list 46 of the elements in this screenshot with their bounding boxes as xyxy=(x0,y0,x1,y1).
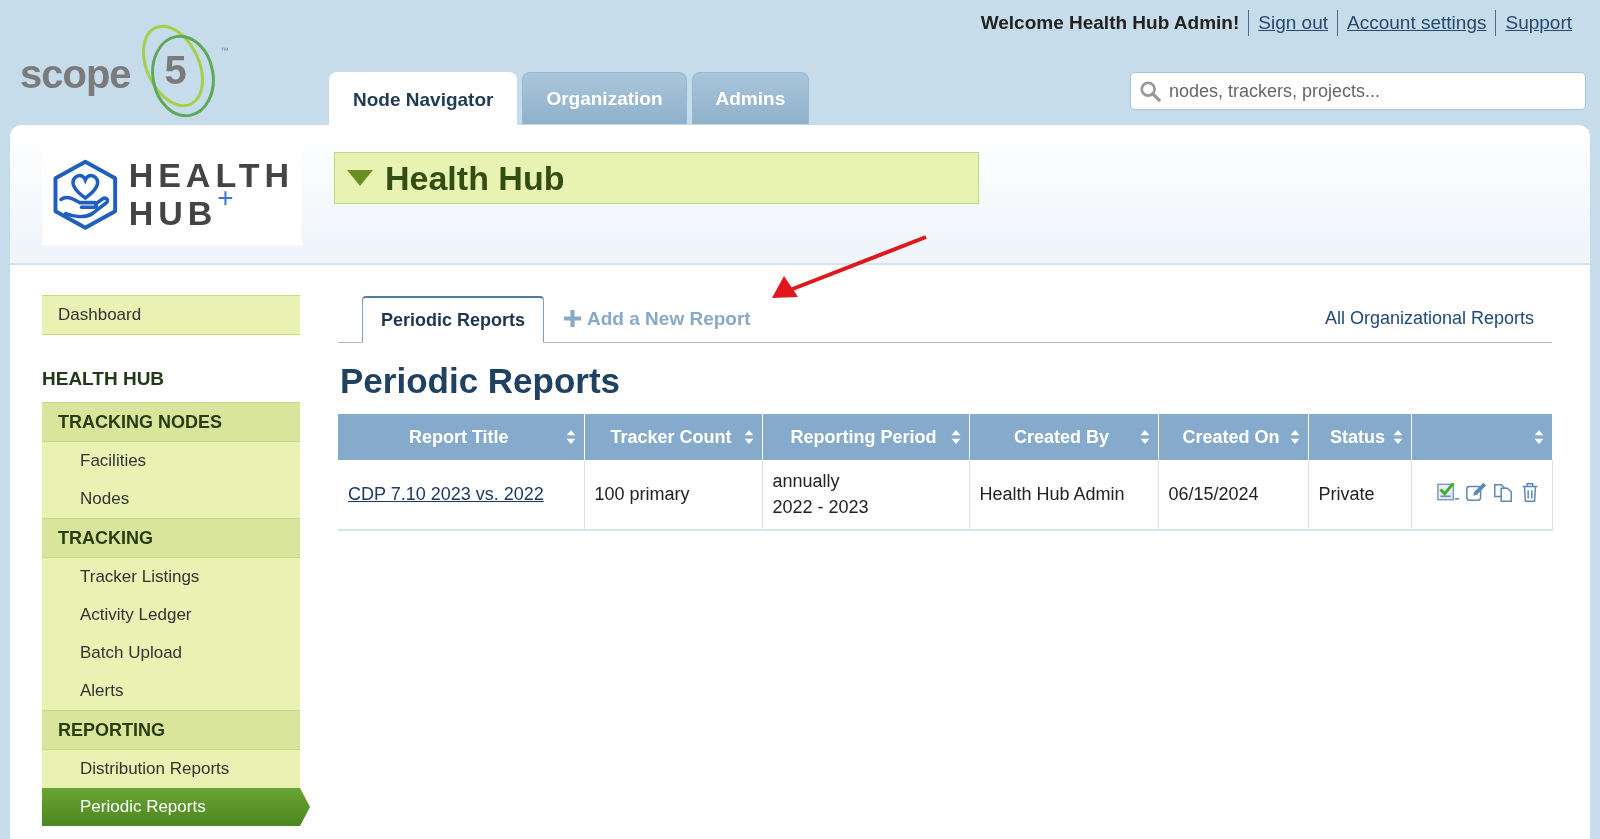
sort-icon xyxy=(1533,430,1544,444)
sort-icon xyxy=(743,430,754,444)
search-icon xyxy=(1139,80,1161,102)
plus-icon xyxy=(564,310,582,327)
sort-icon xyxy=(565,430,576,444)
header-link[interactable]: Account settings xyxy=(1347,12,1487,34)
table-cell: Health Hub Admin xyxy=(969,460,1158,530)
sidebar-item[interactable]: Periodic Reports xyxy=(42,788,310,826)
sidebar-title: HEALTH HUB xyxy=(42,368,166,391)
sidebar-item[interactable]: Nodes xyxy=(42,480,300,518)
sidebar-item[interactable]: Activity Ledger xyxy=(42,596,300,634)
sort-icon xyxy=(950,430,961,444)
table-cell: Private xyxy=(1308,460,1411,530)
page-heading: Periodic Reports xyxy=(340,361,622,401)
sidebar-item[interactable]: Distribution Reports xyxy=(42,750,300,788)
caret-icon xyxy=(347,170,373,186)
sort-icon xyxy=(1289,430,1300,444)
welcome-text: Welcome Health Hub Admin! xyxy=(980,12,1240,34)
sort-icon xyxy=(1139,430,1150,444)
sidebar-section: REPORTING xyxy=(42,710,300,750)
sidebar-section: TRACKING xyxy=(42,518,300,558)
node-title-bar[interactable]: Health Hub xyxy=(334,152,979,204)
report-link[interactable]: CDP 7.10 2023 vs. 2022 xyxy=(348,484,544,504)
logo-digit: 5 xyxy=(164,47,187,93)
sidebar-item[interactable]: Tracker Listings xyxy=(42,558,300,596)
all-reports-link[interactable]: All Organizational Reports xyxy=(1324,295,1534,342)
search-field[interactable]: nodes, trackers, projects... xyxy=(1130,72,1586,110)
sidebar-item[interactable]: Dashboard xyxy=(42,295,300,335)
table-cell: annually 2022 - 2023 xyxy=(762,460,969,530)
edit-icon[interactable] xyxy=(1463,481,1488,503)
report-tab[interactable]: Periodic Reports xyxy=(362,296,545,343)
logo-wordmark: scope xyxy=(20,51,131,97)
trademark-sign: ™ xyxy=(220,46,229,55)
header-link[interactable]: Support xyxy=(1505,12,1572,34)
header-link[interactable]: Sign out xyxy=(1258,12,1329,34)
sort-icon xyxy=(1392,430,1403,444)
nav-tab[interactable]: Node Navigator xyxy=(329,72,518,126)
approve-icon[interactable] xyxy=(1436,481,1461,503)
table-cell: 06/15/2024 xyxy=(1158,460,1308,530)
node-title: Health Hub xyxy=(385,158,565,198)
sidebar-item[interactable]: Facilities xyxy=(42,442,300,480)
sidebar-item[interactable]: Alerts xyxy=(42,672,300,710)
table-cell: 100 primary xyxy=(584,460,762,530)
sidebar-section: TRACKING NODES xyxy=(42,402,300,442)
sidebar-item[interactable]: Batch Upload xyxy=(42,634,300,672)
logo-text: HUB xyxy=(128,196,218,230)
